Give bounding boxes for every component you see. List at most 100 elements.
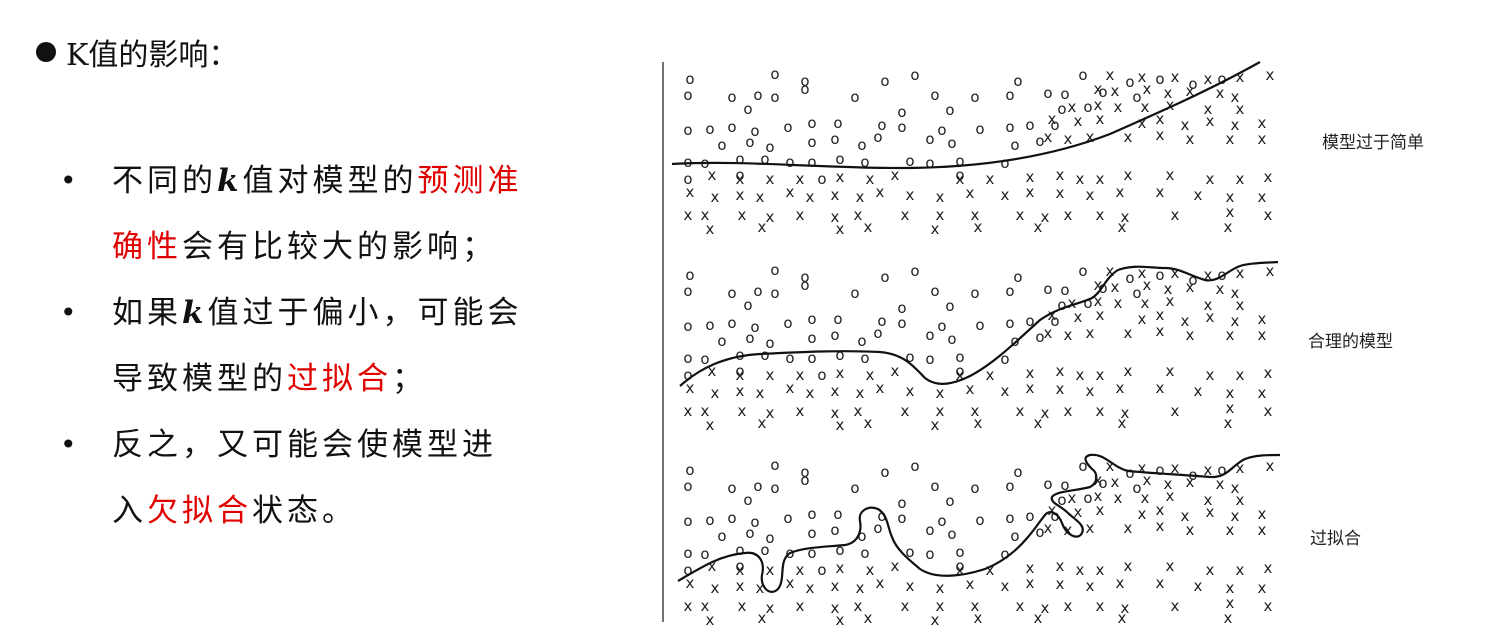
class-x-point: x	[1204, 70, 1213, 88]
class-x-point: x	[796, 561, 805, 579]
class-x-point: x	[1086, 324, 1095, 342]
class-x-point: x	[1224, 609, 1233, 627]
class-o-point: o	[783, 314, 792, 332]
class-x-point: x	[836, 559, 845, 577]
class-x-point: x	[966, 575, 975, 593]
class-x-point: x	[1156, 517, 1165, 535]
class-x-point: x	[1138, 310, 1147, 328]
class-x-point: x	[1224, 218, 1233, 236]
panel-label-reasonable: 合理的模型	[1308, 332, 1393, 352]
class-x-point: x	[876, 574, 885, 592]
class-x-point: x	[1194, 186, 1203, 204]
class-x-point: x	[891, 362, 900, 380]
class-x-point: x	[1026, 183, 1035, 201]
class-x-point: x	[1056, 557, 1065, 575]
class-x-point: x	[738, 206, 747, 224]
class-o-point: o	[770, 65, 779, 83]
class-x-point: x	[1258, 326, 1267, 344]
class-x-point: x	[684, 206, 693, 224]
class-x-point: x	[1206, 308, 1215, 326]
class-x-point: x	[1264, 364, 1273, 382]
class-o-point: o	[975, 316, 984, 334]
class-x-point: x	[786, 379, 795, 397]
class-x-point: x	[796, 206, 805, 224]
class-x-point: x	[706, 220, 715, 238]
class-o-point: o	[1005, 86, 1014, 104]
class-x-point: x	[906, 186, 915, 204]
class-o-point: o	[783, 509, 792, 527]
class-x-point: x	[1166, 557, 1175, 575]
class-x-point: x	[758, 414, 767, 432]
class-o-point: o	[817, 561, 826, 579]
class-x-point: x	[766, 561, 775, 579]
class-o-point: o	[743, 296, 752, 314]
class-o-point: o	[717, 332, 726, 350]
class-x-point: x	[936, 384, 945, 402]
class-o-point: o	[705, 120, 714, 138]
class-x-point: x	[1156, 379, 1165, 397]
class-x-point: x	[906, 577, 915, 595]
class-x-point: x	[836, 220, 845, 238]
class-x-point: x	[864, 414, 873, 432]
class-o-point: o	[1010, 527, 1019, 545]
class-o-point: o	[817, 366, 826, 384]
class-o-point: o	[1005, 314, 1014, 332]
class-o-point: o	[850, 88, 859, 106]
class-x-point: x	[1171, 206, 1180, 224]
class-o-point: o	[880, 463, 889, 481]
class-x-point: x	[1064, 597, 1073, 615]
class-x-point: x	[1266, 262, 1275, 280]
class-o-point: o	[683, 86, 692, 104]
class-x-point: x	[1194, 382, 1203, 400]
class-x-point: x	[1114, 294, 1123, 312]
class-x-point: x	[1056, 575, 1065, 593]
class-x-point: x	[1056, 184, 1065, 202]
class-o-point: o	[807, 524, 816, 542]
class-x-point: x	[1138, 114, 1147, 132]
class-x-point: x	[831, 577, 840, 595]
class-x-point: x	[1236, 366, 1245, 384]
class-x-point: x	[966, 184, 975, 202]
class-x-point: x	[1044, 519, 1053, 537]
class-x-point: x	[766, 599, 775, 617]
class-x-point: x	[836, 364, 845, 382]
class-o-point: o	[925, 326, 934, 344]
class-x-point: x	[1001, 382, 1010, 400]
class-o-point: o	[683, 512, 692, 530]
class-o-point: o	[880, 268, 889, 286]
class-x-point: x	[1258, 521, 1267, 539]
class-x-point: x	[766, 170, 775, 188]
class-x-point: x	[1166, 166, 1175, 184]
class-x-point: x	[1186, 278, 1195, 296]
class-o-point: o	[745, 524, 754, 542]
panel-label-underfit: 模型过于简单	[1322, 133, 1424, 153]
class-x-point: x	[854, 402, 863, 420]
class-o-point: o	[770, 88, 779, 106]
class-x-point: x	[1124, 128, 1133, 146]
class-o-point: o	[683, 317, 692, 335]
class-x-point: x	[1266, 457, 1275, 475]
class-x-point: x	[1096, 366, 1105, 384]
class-x-point: x	[756, 579, 765, 597]
class-x-point: x	[966, 380, 975, 398]
class-x-point: x	[1064, 206, 1073, 224]
class-x-point: x	[1096, 306, 1105, 324]
class-x-point: x	[866, 366, 875, 384]
class-x-point: x	[766, 366, 775, 384]
class-o-point: o	[770, 261, 779, 279]
class-o-point: o	[925, 521, 934, 539]
class-o-point: o	[1010, 136, 1019, 154]
class-x-point: x	[1034, 218, 1043, 236]
class-o-point: o	[975, 511, 984, 529]
class-x-point: x	[856, 384, 865, 402]
class-x-point: x	[901, 206, 910, 224]
class-x-point: x	[1118, 218, 1127, 236]
class-x-point: x	[1076, 561, 1085, 579]
class-x-point: x	[1216, 84, 1225, 102]
class-x-point: x	[831, 382, 840, 400]
class-x-point: x	[956, 170, 965, 188]
class-x-point: x	[901, 597, 910, 615]
class-o-point: o	[807, 114, 816, 132]
class-x-point: x	[1266, 66, 1275, 84]
class-x-point: x	[1001, 577, 1010, 595]
